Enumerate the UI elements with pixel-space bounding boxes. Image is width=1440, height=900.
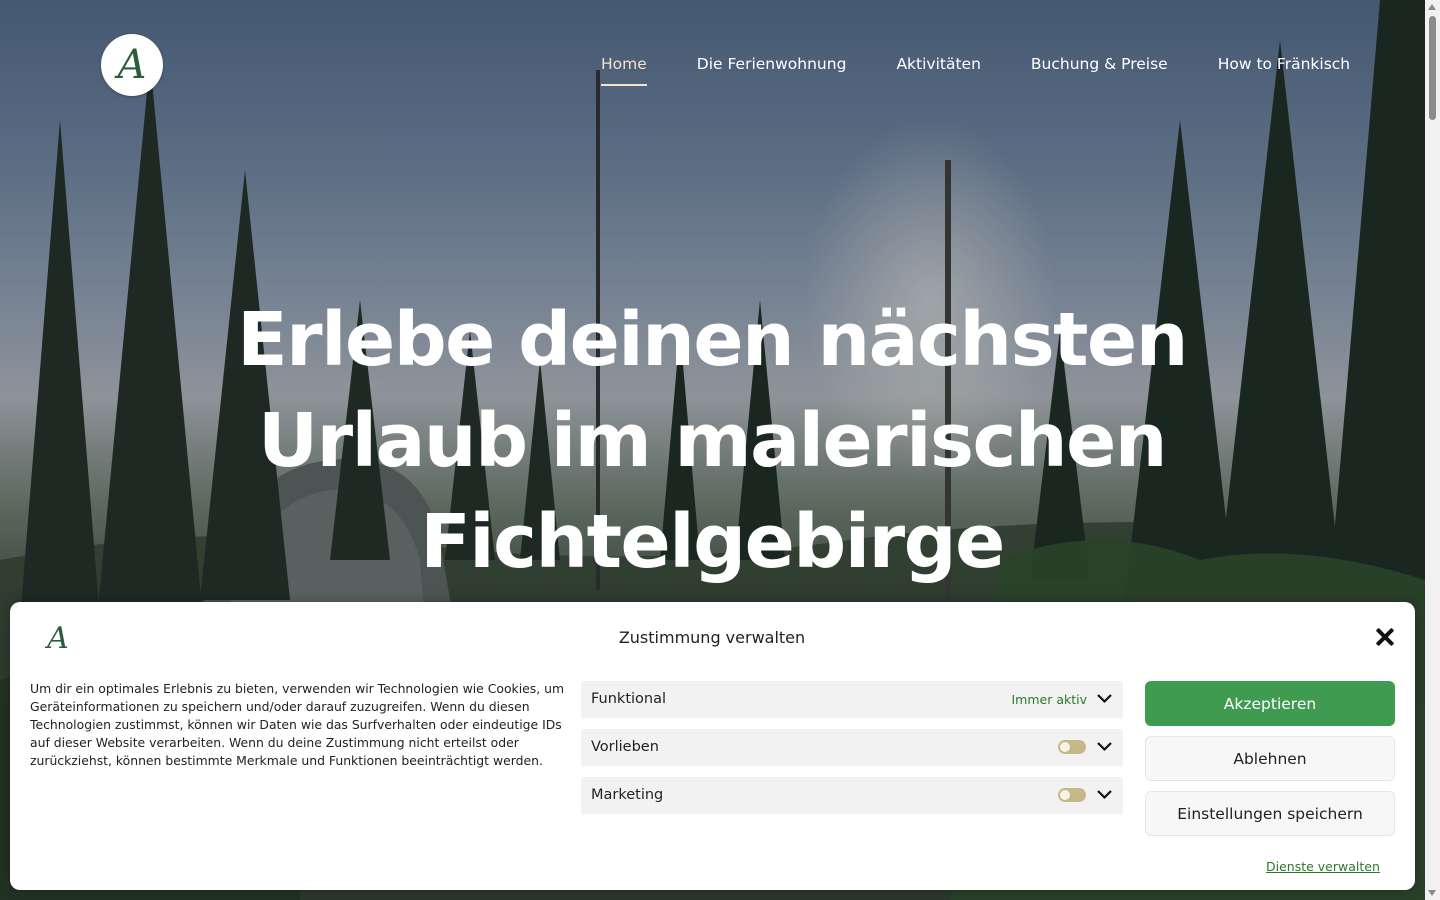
toggle-knob xyxy=(1060,742,1070,752)
nav-item-home[interactable]: Home xyxy=(601,55,647,86)
chevron-down-icon[interactable] xyxy=(1096,786,1113,803)
category-funktional[interactable]: Funktional Immer aktiv xyxy=(581,681,1123,718)
manage-services-link[interactable]: Dienste verwalten xyxy=(1266,859,1380,874)
accept-button[interactable]: Akzeptieren xyxy=(1145,681,1395,726)
site-logo[interactable]: A xyxy=(101,34,163,96)
consent-description: Um dir ein optimales Erlebnis zu bieten,… xyxy=(30,681,565,768)
hero-headline-line1: Erlebe deinen nächsten xyxy=(237,297,1188,383)
hero-headline: Erlebe deinen nächsten Urlaub im maleris… xyxy=(212,290,1212,593)
cookie-consent-banner: A Zustimmung verwalten Um dir ein optima… xyxy=(10,602,1415,890)
category-marketing[interactable]: Marketing xyxy=(581,777,1123,814)
toggle-knob xyxy=(1060,790,1070,800)
logo-mark: A xyxy=(117,42,147,88)
category-label: Vorlieben xyxy=(591,739,659,755)
consent-title: Zustimmung verwalten xyxy=(618,628,806,647)
nav-item-aktivitaeten[interactable]: Aktivitäten xyxy=(896,55,980,86)
save-settings-button[interactable]: Einstellungen speichern xyxy=(1145,791,1395,836)
chevron-down-icon[interactable] xyxy=(1096,738,1113,755)
hero-headline-line2: Urlaub im malerischen xyxy=(258,398,1167,484)
category-label: Marketing xyxy=(591,787,664,803)
chevron-down-icon[interactable] xyxy=(1096,690,1113,707)
scroll-down-icon[interactable] xyxy=(1428,890,1436,896)
category-vorlieben[interactable]: Vorlieben xyxy=(581,729,1123,766)
scroll-thumb[interactable] xyxy=(1429,16,1436,120)
category-label: Funktional xyxy=(591,691,667,707)
main-nav: Home Die Ferienwohnung Aktivitäten Buchu… xyxy=(601,55,1400,86)
scroll-up-icon[interactable] xyxy=(1428,4,1436,10)
nav-item-buchung-preise[interactable]: Buchung & Preise xyxy=(1031,55,1168,86)
marketing-toggle[interactable] xyxy=(1058,788,1086,802)
close-icon[interactable] xyxy=(1374,626,1396,648)
nav-item-ferienwohnung[interactable]: Die Ferienwohnung xyxy=(697,55,847,86)
page-scrollbar[interactable] xyxy=(1425,0,1440,900)
deny-button[interactable]: Ablehnen xyxy=(1145,736,1395,781)
hero-headline-line3: Fichtelgebirge xyxy=(420,499,1005,585)
vorlieben-toggle[interactable] xyxy=(1058,740,1086,754)
nav-item-how-to-fraenkisch[interactable]: How to Fränkisch xyxy=(1218,55,1350,86)
category-status: Immer aktiv xyxy=(1011,692,1087,707)
